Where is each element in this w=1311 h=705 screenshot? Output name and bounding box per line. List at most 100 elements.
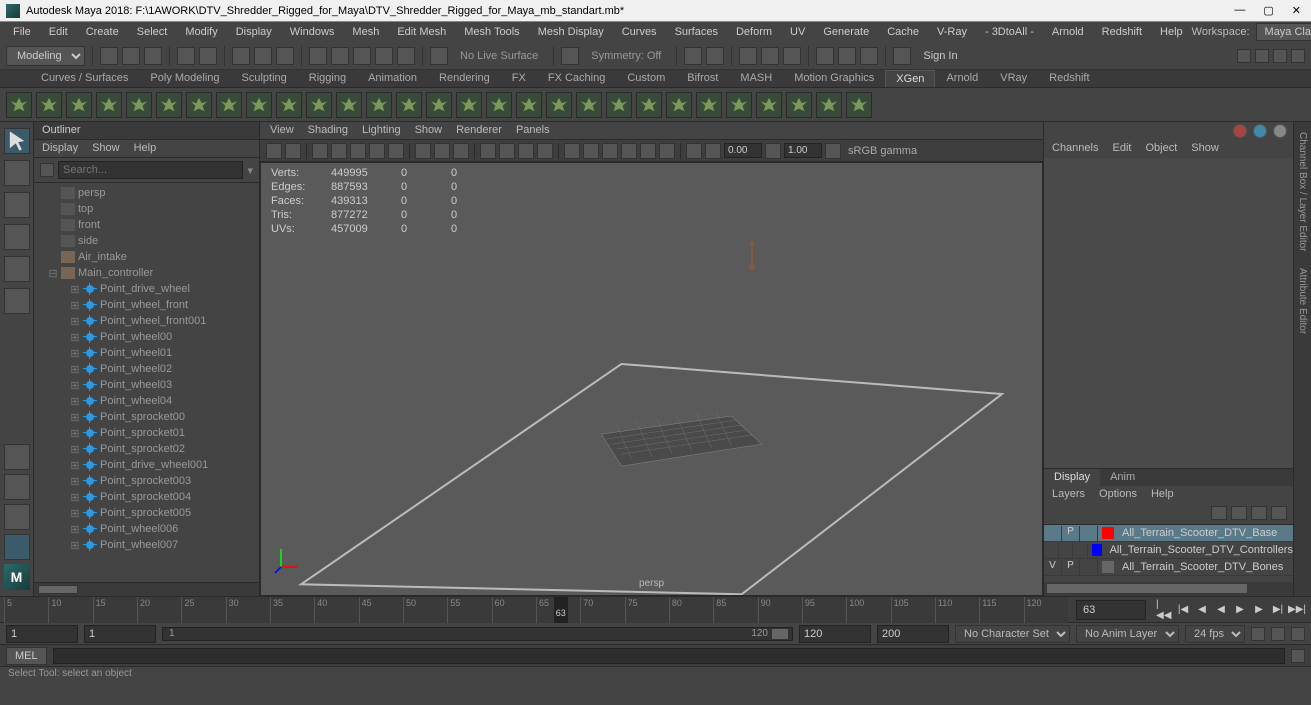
manip-icon-2[interactable] xyxy=(1253,124,1267,138)
shelf-button-12[interactable] xyxy=(366,92,392,118)
viewport-menu-view[interactable]: View xyxy=(270,124,294,137)
menu-help[interactable]: Help xyxy=(1151,24,1192,40)
play-forward-icon[interactable]: ▶ xyxy=(1232,602,1248,618)
menu-redshift[interactable]: Redshift xyxy=(1093,24,1151,40)
shelf-tab-rendering[interactable]: Rendering xyxy=(428,69,501,87)
viewport-menu-lighting[interactable]: Lighting xyxy=(362,124,401,137)
sign-in-label[interactable]: Sign In xyxy=(915,50,965,62)
shelf-tab-curves-surfaces[interactable]: Curves / Surfaces xyxy=(30,69,139,87)
range-start-outer[interactable] xyxy=(6,625,78,643)
go-start-icon[interactable]: |◀◀ xyxy=(1156,602,1172,618)
shelf-tab-custom[interactable]: Custom xyxy=(616,69,676,87)
outliner-item-point_drive_wheel001[interactable]: ⊞Point_drive_wheel001 xyxy=(34,457,259,473)
menu-curves[interactable]: Curves xyxy=(613,24,666,40)
smooth-shade-icon[interactable] xyxy=(499,143,515,159)
manip-icon-3[interactable] xyxy=(1273,124,1287,138)
outliner-item-point_wheel03[interactable]: ⊞Point_wheel03 xyxy=(34,377,259,393)
xray-icon[interactable] xyxy=(583,143,599,159)
color-mgmt-icon[interactable] xyxy=(825,143,841,159)
right-tab-attribute-editor[interactable]: Attribute Editor xyxy=(1295,262,1310,340)
shelf-button-26[interactable] xyxy=(786,92,812,118)
outliner-search-input[interactable] xyxy=(58,161,243,179)
lasso-icon[interactable] xyxy=(254,47,272,65)
menu-edit[interactable]: Edit xyxy=(40,24,77,40)
viewport-menu-panels[interactable]: Panels xyxy=(516,124,550,137)
safe-title-icon[interactable] xyxy=(453,143,469,159)
layer-menu-options[interactable]: Options xyxy=(1099,488,1137,502)
lock-camera-icon[interactable] xyxy=(285,143,301,159)
shelf-button-16[interactable] xyxy=(486,92,512,118)
command-input[interactable] xyxy=(53,648,1285,664)
viewport-3d[interactable]: Verts:44999500Edges:88759300Faces:439313… xyxy=(260,162,1043,596)
layer-new-selected-icon[interactable] xyxy=(1271,506,1287,520)
shelf-tab-motion-graphics[interactable]: Motion Graphics xyxy=(783,69,885,87)
step-back-key-icon[interactable]: |◀ xyxy=(1175,602,1191,618)
toggle-tool-settings-icon[interactable] xyxy=(1273,49,1287,63)
outliner-item-point_wheel_front[interactable]: ⊞Point_wheel_front xyxy=(34,297,259,313)
exposure-icon[interactable] xyxy=(705,143,721,159)
shelf-button-8[interactable] xyxy=(246,92,272,118)
history-off-icon[interactable] xyxy=(706,47,724,65)
toggle-modeling-toolkit-icon[interactable] xyxy=(1237,49,1251,63)
shadows-icon[interactable] xyxy=(537,143,553,159)
outliner-item-point_sprocket02[interactable]: ⊞Point_sprocket02 xyxy=(34,441,259,457)
shelf-button-22[interactable] xyxy=(666,92,692,118)
step-forward-key-icon[interactable]: ▶| xyxy=(1270,602,1286,618)
outliner-item-point_wheel04[interactable]: ⊞Point_wheel04 xyxy=(34,393,259,409)
outliner-item-point_sprocket01[interactable]: ⊞Point_sprocket01 xyxy=(34,425,259,441)
outliner-menu-show[interactable]: Show xyxy=(92,142,120,155)
open-scene-icon[interactable] xyxy=(122,47,140,65)
step-back-icon[interactable]: ◀ xyxy=(1194,602,1210,618)
fps-select[interactable]: 24 fps xyxy=(1185,625,1245,643)
layer-tab-anim[interactable]: Anim xyxy=(1100,469,1145,486)
layer-menu-help[interactable]: Help xyxy=(1151,488,1174,502)
shelf-button-14[interactable] xyxy=(426,92,452,118)
layer-tab-display[interactable]: Display xyxy=(1044,469,1100,486)
menu-display[interactable]: Display xyxy=(227,24,281,40)
layout-custom-icon[interactable] xyxy=(4,504,30,530)
set-key-icon[interactable] xyxy=(1271,627,1285,641)
auto-key-icon[interactable] xyxy=(1251,627,1265,641)
menu-mesh-display[interactable]: Mesh Display xyxy=(529,24,613,40)
lasso-tool[interactable] xyxy=(4,160,30,186)
outliner-scrollbar[interactable] xyxy=(34,582,259,596)
menu-modify[interactable]: Modify xyxy=(176,24,226,40)
motion-blur-icon[interactable] xyxy=(640,143,656,159)
live-surface-icon[interactable] xyxy=(430,47,448,65)
ipr-icon[interactable] xyxy=(761,47,779,65)
screen-space-ao-icon[interactable] xyxy=(621,143,637,159)
isolate-icon[interactable] xyxy=(564,143,580,159)
menu-file[interactable]: File xyxy=(4,24,40,40)
layout-outliner-icon[interactable] xyxy=(4,534,30,560)
shelf-button-11[interactable] xyxy=(336,92,362,118)
shelf-button-28[interactable] xyxy=(846,92,872,118)
snap-live-icon[interactable] xyxy=(397,47,415,65)
range-track[interactable]: 1 120 xyxy=(162,627,793,641)
field-chart-icon[interactable] xyxy=(415,143,431,159)
shelf-button-2[interactable] xyxy=(66,92,92,118)
gate-mask-icon[interactable] xyxy=(388,143,404,159)
menu--3dtoall-[interactable]: - 3DtoAll - xyxy=(976,24,1043,40)
snap-grid-icon[interactable] xyxy=(309,47,327,65)
render-frame-icon[interactable] xyxy=(739,47,757,65)
outliner-item-air_intake[interactable]: Air_intake xyxy=(34,249,259,265)
shelf-button-5[interactable] xyxy=(156,92,182,118)
xray-joints-icon[interactable] xyxy=(602,143,618,159)
shelf-tab-fx-caching[interactable]: FX Caching xyxy=(537,69,616,87)
paint-tool[interactable] xyxy=(4,192,30,218)
redo-icon[interactable] xyxy=(199,47,217,65)
film-gate-icon[interactable] xyxy=(350,143,366,159)
range-end-outer[interactable] xyxy=(877,625,949,643)
shelf-button-20[interactable] xyxy=(606,92,632,118)
snap-point-icon[interactable] xyxy=(353,47,371,65)
menu-generate[interactable]: Generate xyxy=(814,24,878,40)
account-icon[interactable] xyxy=(893,47,911,65)
menu-mesh[interactable]: Mesh xyxy=(343,24,388,40)
shelf-tab-rigging[interactable]: Rigging xyxy=(298,69,357,87)
shelf-tab-xgen[interactable]: XGen xyxy=(885,70,935,87)
shelf-button-15[interactable] xyxy=(456,92,482,118)
layout-single-icon[interactable] xyxy=(4,444,30,470)
search-icon[interactable] xyxy=(40,163,54,177)
shelf-button-1[interactable] xyxy=(36,92,62,118)
save-scene-icon[interactable] xyxy=(144,47,162,65)
